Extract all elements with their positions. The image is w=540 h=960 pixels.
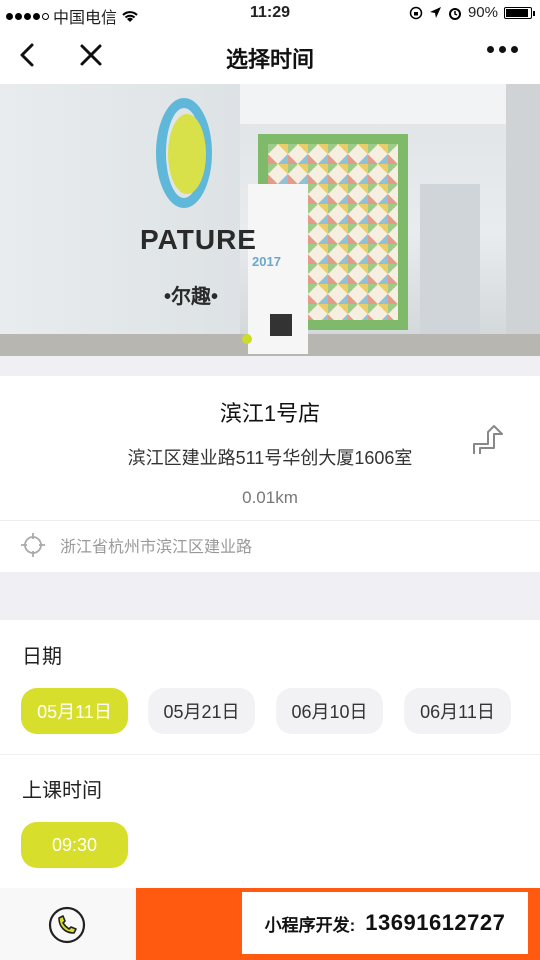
- promo-label: 小程序开发:: [264, 915, 356, 935]
- promo-box: 小程序开发: 13691612727: [242, 892, 528, 954]
- divider: [0, 754, 540, 755]
- date-chip[interactable]: 05月21日: [148, 688, 255, 734]
- page-title: 选择时间: [225, 47, 314, 72]
- date-chip[interactable]: 06月11日: [404, 688, 511, 734]
- standee-year: 2017: [252, 254, 281, 269]
- qr-code: [270, 314, 292, 336]
- status-right: 90%: [409, 4, 535, 21]
- phone-icon: [48, 906, 86, 944]
- store-card: 滨江1号店 滨江区建业路511号华创大厦1606室 0.01km 浙江省杭州市滨…: [0, 376, 540, 572]
- alarm-icon: [448, 7, 461, 20]
- time-section-title: 上课时间: [22, 780, 102, 802]
- time-chip[interactable]: 09:30: [21, 822, 128, 868]
- brand-logo-text: PATURE: [140, 224, 257, 255]
- call-button[interactable]: [0, 888, 136, 960]
- location-row[interactable]: 浙江省杭州市滨江区建业路: [20, 532, 252, 558]
- date-chip[interactable]: 05月11日: [21, 688, 128, 734]
- schedule-panel: 日期 05月11日 05月21日 06月10日 06月11日 上课时间 09:3…: [0, 620, 540, 888]
- store-photo-banner[interactable]: 2017 PATURE •尔趣•: [0, 84, 540, 356]
- store-name: 滨江1号店: [219, 401, 321, 426]
- navigation-bar: 选择时间: [0, 28, 540, 84]
- status-bar: 中国电信 11:29 90%: [0, 0, 540, 28]
- brand-logo-subtext: •尔趣•: [164, 286, 219, 308]
- location-text: 浙江省杭州市滨江区建业路: [60, 539, 253, 556]
- rotation-lock-icon: [409, 6, 423, 19]
- location-arrow-icon: [429, 7, 441, 18]
- date-chip[interactable]: 06月10日: [276, 688, 383, 734]
- more-icon[interactable]: [487, 46, 518, 53]
- bottom-bar: 小程序开发: 13691612727: [0, 888, 540, 960]
- store-distance: 0.01km: [242, 488, 298, 507]
- battery-icon: [504, 6, 535, 19]
- navigate-icon[interactable]: [470, 420, 508, 458]
- date-section-title: 日期: [22, 646, 62, 668]
- promo-phone-number: 13691612727: [365, 910, 506, 935]
- carousel-indicator: [242, 334, 252, 344]
- battery-percent: 90%: [467, 4, 498, 21]
- store-address: 滨江区建业路511号华创大厦1606室: [127, 448, 413, 468]
- locate-icon: [21, 533, 45, 557]
- divider: [0, 520, 540, 521]
